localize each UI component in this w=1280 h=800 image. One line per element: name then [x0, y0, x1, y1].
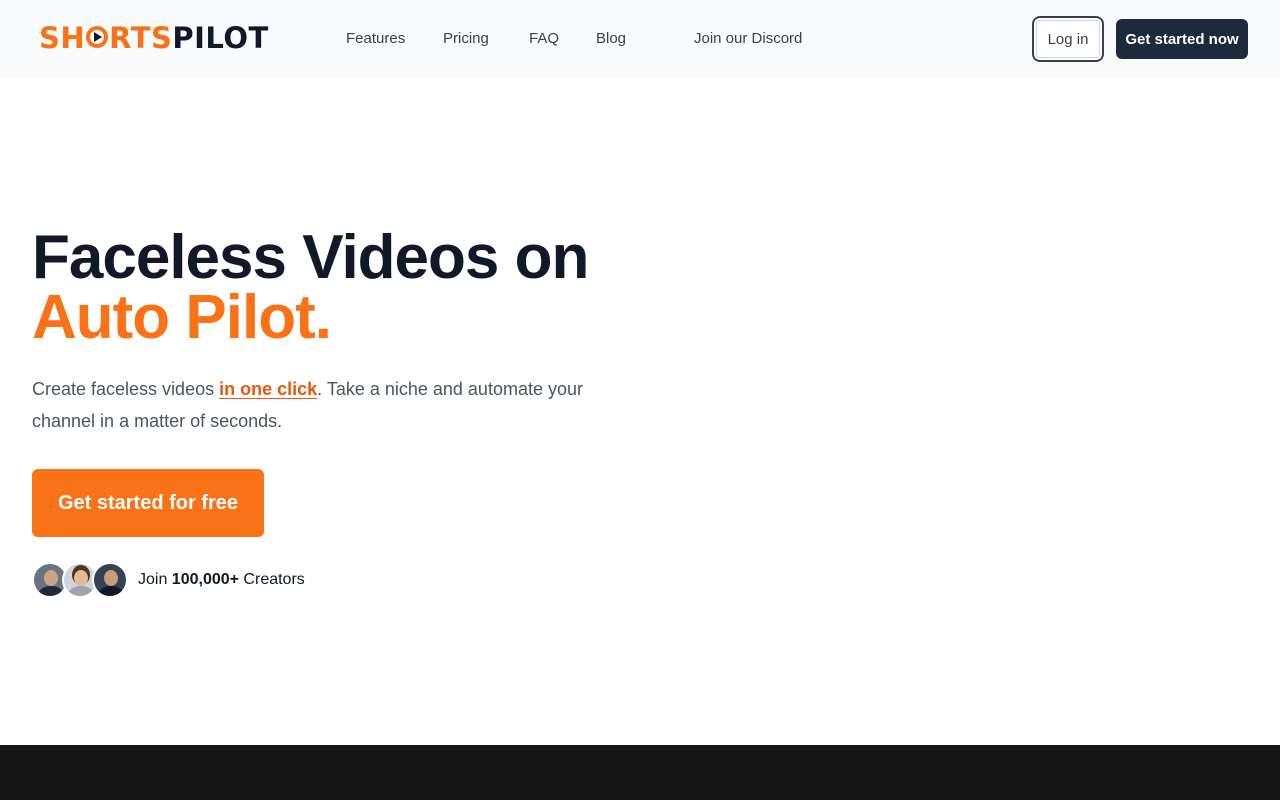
nav-pricing-link[interactable]: Pricing: [443, 30, 489, 48]
get-started-now-button[interactable]: Get started now: [1116, 19, 1248, 59]
nav-discord-link[interactable]: Join our Discord: [694, 30, 802, 48]
hero-title: Faceless Videos on Auto Pilot.: [32, 227, 589, 352]
hero-subtitle: Create faceless videos in one click. Tak…: [32, 373, 632, 437]
social-proof: Join 100,000+ Creators: [32, 562, 305, 598]
hero-title-line1: Faceless Videos on: [32, 223, 589, 292]
nav-blog-link[interactable]: Blog: [596, 30, 626, 48]
nav-features-link[interactable]: Features: [346, 30, 405, 48]
creators-count: 100,000+: [171, 571, 239, 588]
subtitle-text-pre: Create faceless videos: [32, 379, 220, 399]
one-click-link[interactable]: in one click: [219, 379, 317, 399]
dark-section-band: [0, 745, 1280, 800]
site-header: SH RTS PILOT Features Pricing FAQ Blog Jo…: [0, 0, 1280, 77]
nav-faq-link[interactable]: FAQ: [529, 30, 559, 48]
play-icon: [86, 26, 109, 48]
creators-count-text: Join 100,000+ Creators: [138, 571, 305, 588]
get-started-free-button[interactable]: Get started for free: [32, 469, 264, 537]
logo[interactable]: SH RTS PILOT: [39, 22, 269, 54]
hero-title-line2: Auto Pilot.: [32, 283, 332, 352]
avatar: [92, 562, 128, 598]
login-button[interactable]: Log in: [1032, 16, 1104, 62]
